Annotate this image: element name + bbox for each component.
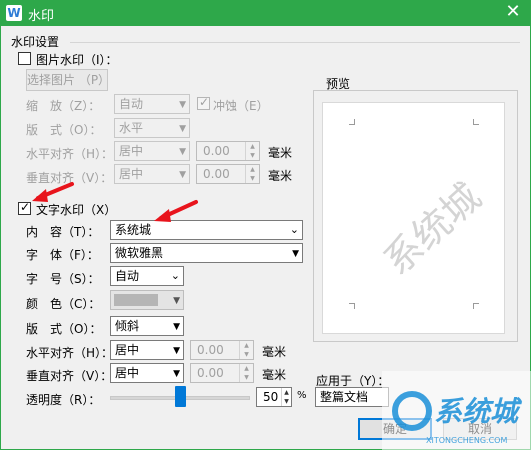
apply-to-value: 整篇文档 [320,390,369,404]
window-title: 水印 [28,9,55,24]
picture-halign-value: 居中 [119,144,144,158]
preview-page: 系统城 [322,102,505,334]
text-layout-label: 版 式（O）： [26,322,102,336]
apply-to-select[interactable]: 整篇文档 [315,387,389,407]
transparency-value: 50 [263,390,279,404]
preview-watermark-text: 系统城 [375,174,490,284]
chevron-down-icon: ▼ [179,124,186,134]
picture-valign-offset-spinner[interactable]: 0.00 ▲ ▼ [196,164,260,184]
washout-checkbox[interactable]: ✓ [197,95,210,110]
size-value: 自动 [115,269,140,283]
text-valign-offset-spinner[interactable]: 0.00 ▲ ▼ [190,363,254,383]
check-icon: ✓ [20,200,31,214]
text-valign-value: 居中 [115,366,140,380]
select-picture-button[interactable]: 选择图片 （P） [26,69,110,91]
spin-up-icon[interactable]: ▲ [240,341,253,350]
picture-layout-label: 版 式（O）： [26,123,102,137]
picture-halign-offset-spinner[interactable]: 0.00 ▲ ▼ [196,141,260,161]
close-icon[interactable]: ✕ [503,2,523,22]
content-value: 系统城 [115,223,152,237]
text-halign-label: 水平对齐（H）： [26,346,114,360]
chevron-down-icon: ▼ [173,296,180,306]
spin-down-icon[interactable]: ▼ [246,151,259,160]
text-layout-select[interactable]: 倾斜 ▼ [110,316,184,336]
chevron-down-icon: ▼ [179,100,186,110]
spin-up-icon[interactable]: ▲ [282,388,291,397]
text-valign-unit: 毫米 [262,368,287,382]
chevron-down-icon: ▼ [179,170,186,180]
spin-down-icon[interactable]: ▼ [246,174,259,183]
size-combo[interactable]: 自动 ⌄ [110,266,184,286]
scale-select[interactable]: 自动 ▼ [114,94,190,114]
text-halign-unit: 毫米 [262,345,287,359]
corner-mark [349,303,355,309]
text-halign-offset-spinner[interactable]: 0.00 ▲ ▼ [190,340,254,360]
text-halign-offset-value: 0.00 [197,343,224,357]
corner-mark [473,303,479,309]
font-select[interactable]: 微软雅黑 ▼ [110,243,303,263]
corner-mark [349,119,355,125]
font-value: 微软雅黑 [115,246,164,260]
text-valign-offset-value: 0.00 [197,366,224,380]
transparency-label: 透明度（R）： [26,393,101,407]
spin-down-icon[interactable]: ▼ [282,397,291,406]
site-logo: 系统城 XITONGCHENG.COM [382,371,531,450]
annotation-arrow-icon [32,182,74,202]
chevron-down-icon: ▼ [179,147,186,157]
picture-halign-unit: 毫米 [268,146,293,160]
spin-down-icon[interactable]: ▼ [240,373,253,382]
content-label: 内 容（T）： [26,225,100,239]
picture-watermark-label: 图片水印（I）： [36,53,118,67]
chevron-down-icon: ▼ [173,322,180,332]
transparency-slider-thumb[interactable] [175,386,186,407]
picture-valign-unit: 毫米 [268,169,293,183]
color-select[interactable]: ▼ [110,290,184,310]
picture-valign-value: 居中 [119,167,144,181]
title-bar: W 水印 ✕ [0,0,531,26]
chevron-down-icon: ▼ [292,249,299,259]
chevron-down-icon: ▼ [173,369,180,379]
washout-label: 冲蚀（E） [213,99,269,113]
text-valign-label: 垂直对齐（V）： [26,369,113,383]
corner-mark [473,119,479,125]
percent-sign: % [297,390,307,401]
scale-label: 缩 放（Z）： [26,99,101,113]
scale-value: 自动 [119,97,144,111]
size-label: 字 号（S）： [26,272,100,286]
check-icon: ✓ [199,95,210,109]
group-divider [70,42,520,43]
chevron-down-icon: ⌄ [289,223,299,236]
picture-layout-select[interactable]: 水平 ▼ [114,118,190,138]
chevron-down-icon: ▼ [173,346,180,356]
font-label: 字 体（F）： [26,248,99,262]
picture-watermark-checkbox[interactable] [18,52,31,65]
picture-halign-label: 水平对齐（H）： [26,147,114,161]
picture-layout-value: 水平 [119,121,144,135]
picture-halign-offset-value: 0.00 [203,144,230,158]
spin-down-icon[interactable]: ▼ [240,350,253,359]
text-halign-value: 居中 [115,343,140,357]
text-halign-select[interactable]: 居中 ▼ [110,340,184,360]
picture-valign-offset-value: 0.00 [203,167,230,181]
color-swatch [114,294,158,306]
picture-halign-select[interactable]: 居中 ▼ [114,141,190,161]
text-valign-select[interactable]: 居中 ▼ [110,363,184,383]
picture-valign-select[interactable]: 居中 ▼ [114,164,190,184]
text-layout-value: 倾斜 [115,319,140,333]
chevron-down-icon: ⌄ [170,269,180,282]
annotation-arrow-icon [154,200,198,222]
group-title: 水印设置 [11,33,64,50]
spin-up-icon[interactable]: ▲ [246,142,259,151]
spin-up-icon[interactable]: ▲ [246,165,259,174]
transparency-spinner[interactable]: 50 ▲ ▼ [256,387,292,407]
svg-text:XITONGCHENG.COM: XITONGCHENG.COM [426,436,507,445]
color-label: 颜 色（C）： [26,297,101,311]
content-combo[interactable]: 系统城 ⌄ [110,220,303,240]
wps-writer-icon: W [6,5,22,21]
spin-up-icon[interactable]: ▲ [240,364,253,373]
svg-text:系统城: 系统城 [434,395,523,428]
